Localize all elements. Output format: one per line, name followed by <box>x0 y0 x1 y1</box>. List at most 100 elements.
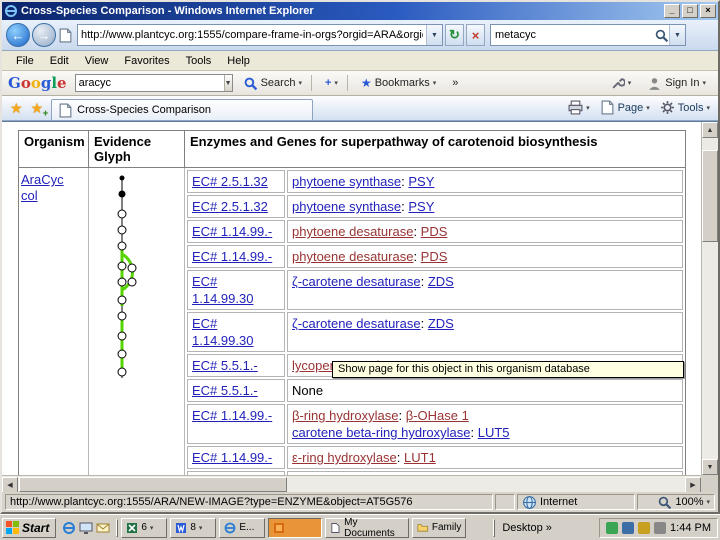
gene-link[interactable]: LUT1 <box>404 450 436 465</box>
ec-number-link[interactable]: EC# 1.14.99.- <box>192 408 272 423</box>
gene-link[interactable]: LUT5 <box>478 425 510 440</box>
gene-link[interactable]: ZDS <box>428 316 454 331</box>
print-button[interactable]: ▾ <box>564 98 594 117</box>
taskbar-family-button[interactable]: Family <box>412 517 467 538</box>
scroll-up-button[interactable]: ▲ <box>702 122 718 138</box>
taskbar-excel-group-button[interactable]: 6 ▾ <box>121 517 168 538</box>
pathway-evidence-glyph[interactable] <box>95 170 149 382</box>
back-button[interactable]: ← <box>6 23 30 47</box>
ec-number-link[interactable]: EC# 5.5.1.- <box>192 358 258 373</box>
table-row: EC# 1.14.99.- ε-ring hydroxylase: LUT1 <box>187 446 683 469</box>
scroll-left-button[interactable]: ◀ <box>2 477 18 492</box>
desktop-toolbar[interactable]: Desktop » <box>498 522 555 534</box>
search-icon[interactable] <box>654 28 669 43</box>
quick-launch-desktop-icon[interactable] <box>79 521 93 535</box>
search-dropdown-button[interactable]: ▼ <box>669 25 685 45</box>
tray-antivirus-icon[interactable] <box>606 521 619 534</box>
horizontal-scroll-thumb[interactable] <box>19 477 287 492</box>
taskbar-button-label: Family <box>431 522 462 533</box>
tray-volume-icon[interactable] <box>654 521 667 534</box>
page-menu-label: Page <box>617 101 644 114</box>
google-search-dropdown[interactable]: ▼ <box>223 75 232 91</box>
ec-number-link[interactable]: EC# 1.14.99.30 <box>192 316 253 348</box>
menu-tools[interactable]: Tools <box>178 53 220 69</box>
chevron-down-icon: ▾ <box>334 80 338 87</box>
toolbar-overflow-button[interactable]: » <box>446 74 464 92</box>
tray-update-icon[interactable] <box>638 521 651 534</box>
toolbar-divider <box>346 75 348 91</box>
close-button[interactable]: × <box>700 4 716 18</box>
scroll-right-button[interactable]: ▶ <box>685 477 701 492</box>
enzyme-link[interactable]: phytoene synthase <box>292 174 401 189</box>
vertical-scrollbar[interactable]: ▲ ▼ <box>701 122 718 475</box>
enzyme-link[interactable]: phytoene desaturase <box>292 249 413 264</box>
toolbar-settings-button[interactable]: ▾ <box>604 73 638 94</box>
enzyme-link[interactable]: phytoene desaturase <box>292 224 413 239</box>
google-plus-button[interactable]: + ▾ <box>319 74 344 92</box>
taskbar-button-label: My Documents <box>344 516 395 539</box>
ec-number-link[interactable]: EC# 1.14.99.- <box>192 450 272 465</box>
taskbar-my-documents-button[interactable]: My Documents <box>325 516 410 539</box>
gene-link[interactable]: PSY <box>408 199 434 214</box>
minimize-button[interactable]: _ <box>664 4 680 18</box>
tab-cross-species-comparison[interactable]: Cross-Species Comparison <box>51 99 314 120</box>
gene-link[interactable]: PDS <box>421 224 448 239</box>
google-search-input[interactable] <box>75 77 224 89</box>
enzyme-link[interactable]: carotene beta-ring hydroxylase <box>292 425 471 440</box>
google-bookmarks-button[interactable]: ★ Bookmarks ▾ <box>355 73 442 93</box>
menu-help[interactable]: Help <box>219 53 258 69</box>
add-favorite-button[interactable]: ★ + <box>27 100 49 120</box>
gene-link[interactable]: PSY <box>408 174 434 189</box>
taskbar-active-window-button[interactable] <box>268 517 323 538</box>
status-zoom[interactable]: 100% ▾ <box>637 494 715 510</box>
chevron-down-icon: ▾ <box>149 524 154 532</box>
enzyme-link[interactable]: ζ-carotene desaturase <box>292 274 421 289</box>
menu-file[interactable]: File <box>8 53 42 69</box>
ec-number-link[interactable]: EC# 2.5.1.32 <box>192 199 268 214</box>
favorites-button[interactable]: ★ <box>6 100 27 120</box>
menu-favorites[interactable]: Favorites <box>116 53 177 69</box>
page-menu-button[interactable]: Page ▾ <box>596 98 654 117</box>
tools-menu-button[interactable]: Tools ▾ <box>656 98 714 117</box>
sign-in-button[interactable]: Sign In ▾ <box>641 73 712 94</box>
quick-launch-mail-icon[interactable] <box>96 521 110 535</box>
address-input[interactable] <box>78 29 426 41</box>
scroll-down-button[interactable]: ▼ <box>702 459 718 475</box>
enzyme-link[interactable]: β-ring hydroxylase <box>292 408 398 423</box>
title-bar[interactable]: Cross-Species Comparison - Windows Inter… <box>2 2 718 20</box>
ec-number-link[interactable]: EC# 1.14.99.30 <box>192 274 253 306</box>
enzyme-link[interactable]: phytoene synthase <box>292 199 401 214</box>
tray-network-icon[interactable] <box>622 521 635 534</box>
ec-number-link[interactable]: EC# 1.14.99.- <box>192 249 272 264</box>
taskbar-explorer-button[interactable]: E... <box>219 517 266 538</box>
gene-link[interactable]: ZDS <box>428 274 454 289</box>
quick-launch-ie-icon[interactable] <box>62 521 76 535</box>
enzyme-link[interactable]: ε-ring hydroxylase <box>292 450 397 465</box>
windows-logo-icon <box>6 521 19 534</box>
menu-edit[interactable]: Edit <box>42 53 77 69</box>
google-search-button[interactable]: Search ▾ <box>237 73 308 94</box>
menu-view[interactable]: View <box>77 53 117 69</box>
horizontal-scrollbar[interactable]: ◀ ▶ <box>2 475 701 492</box>
ec-number-link[interactable]: EC# 1.14.99.- <box>192 224 272 239</box>
start-button[interactable]: Start <box>2 517 57 538</box>
chevron-right-icon[interactable]: » <box>546 522 552 534</box>
gene-link[interactable]: β-OHase 1 <box>406 408 469 423</box>
none-label: None <box>292 383 324 398</box>
enzyme-link[interactable]: ζ-carotene desaturase <box>292 316 421 331</box>
browser-search-input[interactable] <box>491 29 654 41</box>
address-dropdown-button[interactable]: ▼ <box>426 25 442 45</box>
star-icon: ★ <box>30 100 44 116</box>
organism-cell: AraCyc col <box>19 168 89 492</box>
vertical-scroll-thumb[interactable] <box>702 150 718 242</box>
organism-link[interactable]: AraCyc col <box>21 172 83 204</box>
stop-button[interactable]: × <box>466 24 485 46</box>
refresh-button[interactable]: ↻ <box>445 24 464 46</box>
maximize-button[interactable]: □ <box>682 4 698 18</box>
table-row: EC# 1.14.99.30 ζ-carotene desaturase: ZD… <box>187 312 683 352</box>
ec-number-link[interactable]: EC# 2.5.1.32 <box>192 174 268 189</box>
gene-link[interactable]: PDS <box>421 249 448 264</box>
taskbar-word-group-button[interactable]: 8 ▾ <box>170 517 217 538</box>
forward-button[interactable]: → <box>32 23 56 47</box>
ec-number-link[interactable]: EC# 5.5.1.- <box>192 383 258 398</box>
